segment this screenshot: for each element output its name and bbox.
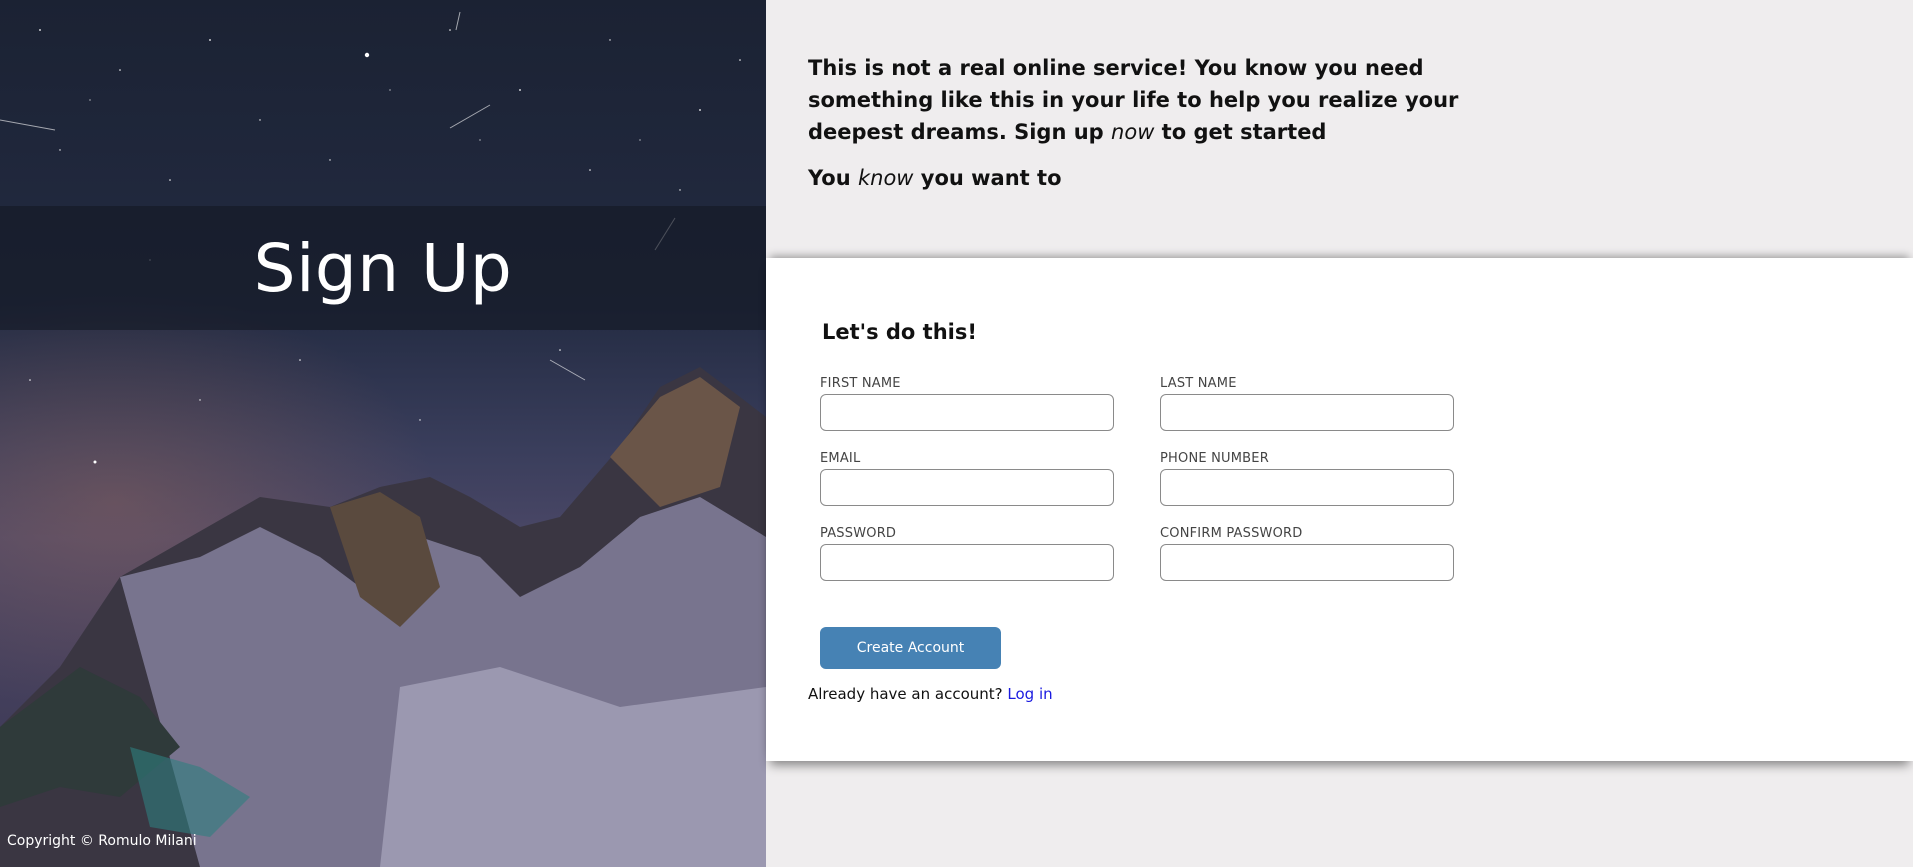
login-prompt: Already have an account? Log in <box>808 685 1053 703</box>
form-heading: Let's do this! <box>822 320 977 344</box>
login-prompt-text: Already have an account? <box>808 685 1003 703</box>
signup-page: Sign Up Copyright © Romulo Milani This i… <box>0 0 1913 867</box>
signup-form-card: Let's do this! FIRST NAME LAST NAME EMAI… <box>766 258 1913 761</box>
hero-title: Sign Up <box>253 229 513 307</box>
hero-banner: Sign Up <box>0 206 766 330</box>
confirm-password-field-group: CONFIRM PASSWORD <box>1160 526 1454 581</box>
password-input[interactable] <box>820 544 1114 581</box>
email-input[interactable] <box>820 469 1114 506</box>
first-name-input[interactable] <box>820 394 1114 431</box>
hero-panel: Sign Up Copyright © Romulo Milani <box>0 0 766 867</box>
create-account-button[interactable]: Create Account <box>820 627 1001 669</box>
confirm-password-input[interactable] <box>1160 544 1454 581</box>
password-label: PASSWORD <box>820 526 897 541</box>
first-name-field-group: FIRST NAME <box>820 376 1114 431</box>
last-name-field-group: LAST NAME <box>1160 376 1454 431</box>
copyright-text: Copyright © Romulo Milani <box>7 833 197 849</box>
intro-tagline: You know you want to <box>808 162 1528 194</box>
phone-field-group: PHONE NUMBER <box>1160 451 1454 506</box>
last-name-input[interactable] <box>1160 394 1454 431</box>
intro-text: This is not a real online service! You k… <box>808 52 1528 208</box>
intro-paragraph: This is not a real online service! You k… <box>808 52 1528 148</box>
password-field-group: PASSWORD <box>820 526 1114 581</box>
intro-emphasis: now <box>1111 120 1155 144</box>
last-name-label: LAST NAME <box>1160 376 1237 391</box>
mountain-image <box>0 367 766 867</box>
login-link[interactable]: Log in <box>1007 685 1052 703</box>
confirm-password-label: CONFIRM PASSWORD <box>1160 526 1303 541</box>
tagline-emphasis: know <box>857 166 914 190</box>
phone-input[interactable] <box>1160 469 1454 506</box>
email-label: EMAIL <box>820 451 861 466</box>
tagline-text-part: you want to <box>913 166 1062 190</box>
tagline-text-part: You <box>808 166 858 190</box>
phone-label: PHONE NUMBER <box>1160 451 1269 466</box>
content-area: This is not a real online service! You k… <box>766 0 1913 867</box>
form-fields-grid: FIRST NAME LAST NAME EMAIL PHONE NUMBER … <box>820 376 1454 581</box>
intro-text-part: to get started <box>1154 120 1327 144</box>
first-name-label: FIRST NAME <box>820 376 901 391</box>
email-field-group: EMAIL <box>820 451 1114 506</box>
